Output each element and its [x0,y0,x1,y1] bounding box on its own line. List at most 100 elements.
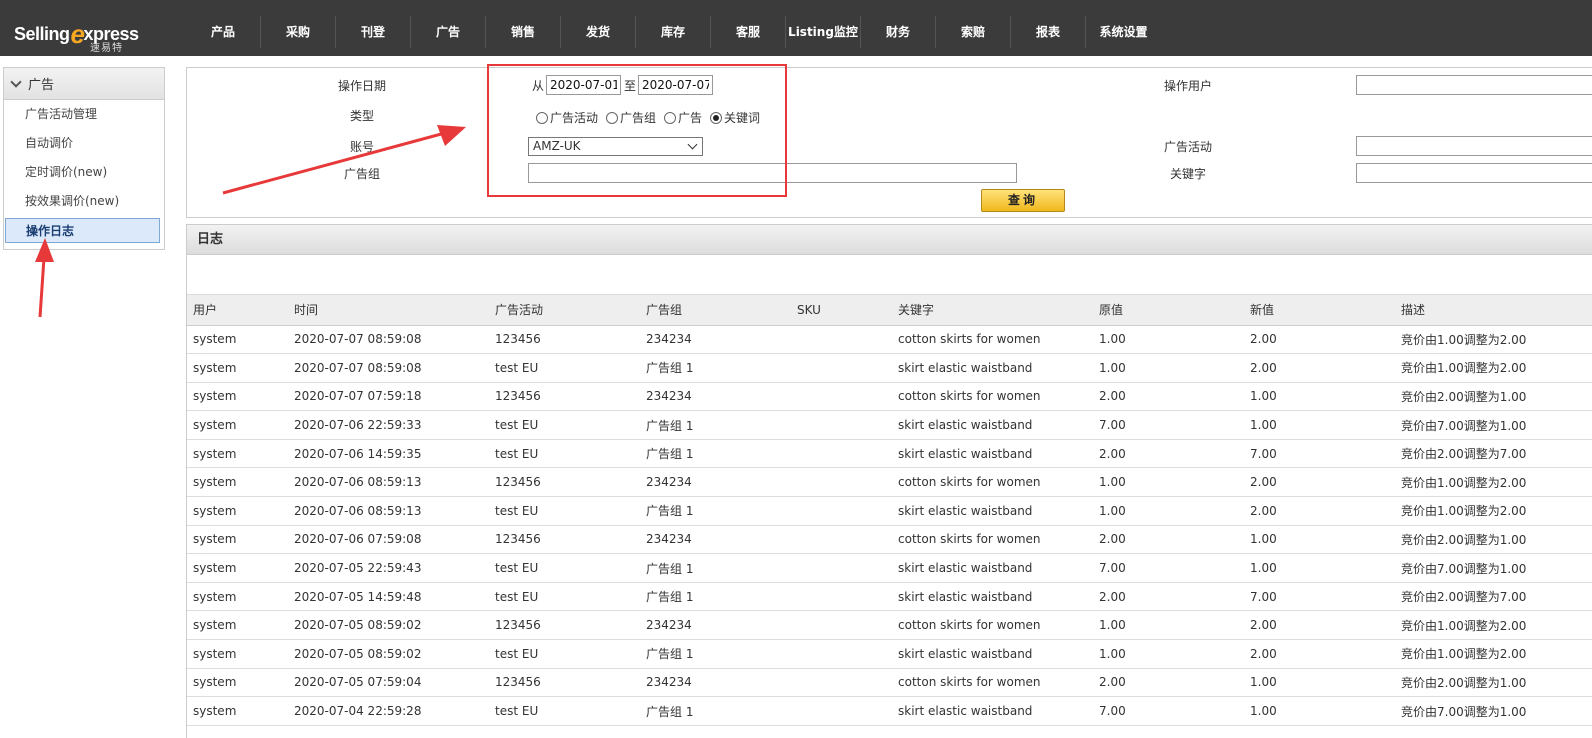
radio-circle[interactable] [606,111,619,124]
table-row[interactable]: system 2020-07-05 14:59:48 test EU 广告组 1 ski… [187,582,1592,612]
campaign-input[interactable] [1356,136,1592,156]
log-table: 用户 时间 广告活动 广告组 SKU 关键字 原值 新值 描述 system 2020-07-07… [187,295,1592,726]
table-row[interactable]: system 2020-07-07 08:59:08 test EU 广告组 1 ski… [187,353,1592,383]
date-to-label: 至 [624,79,637,93]
query-button[interactable]: 查询 [981,189,1065,212]
table-cell: system [187,496,288,526]
date-to-input[interactable] [638,75,713,95]
nav-item[interactable]: 产品 [186,16,261,48]
table-row[interactable]: system 2020-07-07 07:59:18 123456 234234 cot… [187,382,1592,412]
logo[interactable]: Sellingexpress 速易特 [14,8,154,54]
column-header[interactable]: 新值 [1244,295,1395,326]
campaign-label: 广告活动 [1164,140,1213,154]
table-cell: skirt elastic waistband [892,553,1093,583]
table-cell: skirt elastic waistband [892,439,1093,469]
table-cell: 2.00 [1244,610,1395,641]
table-row[interactable]: system 2020-07-06 08:59:13 test EU 广告组 1 ski… [187,496,1592,526]
sidebar-item[interactable]: 广告活动管理 [4,100,164,129]
table-row[interactable]: system 2020-07-06 07:59:08 123456 234234 cot… [187,525,1592,555]
account-select[interactable]: AMZ-UK [528,137,703,156]
table-cell: 234234 [640,610,791,641]
filter-panel: 操作日期 从 至 类型 广告活动广告组广告关键词 账号 AMZ-UK 广告组 操… [186,67,1592,218]
column-header[interactable]: 广告组 [640,295,791,326]
radio-circle[interactable] [710,111,723,124]
sidebar-item[interactable]: 操作日志 [5,218,160,243]
table-cell [791,525,892,555]
table-row[interactable]: system 2020-07-05 22:59:43 test EU 广告组 1 ski… [187,553,1592,583]
radio-circle[interactable] [536,111,548,124]
user-input[interactable] [1356,75,1592,95]
table-cell: system [187,439,288,469]
nav-item[interactable]: 报表 [1011,16,1086,48]
table-cell: 2020-07-06 08:59:13 [288,467,489,498]
table-cell: 2.00 [1244,325,1395,355]
table-row[interactable]: system 2020-07-05 07:59:04 123456 234234 cot… [187,668,1592,698]
table-row[interactable]: system 2020-07-05 08:59:02 test EU 广告组 1 ski… [187,639,1592,669]
logo-subtitle: 速易特 [90,43,123,54]
table-cell: 广告组 1 [640,639,791,669]
column-header[interactable]: 广告活动 [489,295,640,326]
radio-circle[interactable] [664,111,677,124]
table-cell [791,639,892,669]
nav-item[interactable]: 采购 [261,16,336,48]
nav-item[interactable]: 刊登 [336,16,411,48]
type-radio-option[interactable]: 广告 [664,109,702,126]
nav-item[interactable]: 系统设置 [1086,16,1161,48]
table-body: system 2020-07-07 08:59:08 123456 234234 cot… [187,325,1592,726]
type-radio-option[interactable]: 广告组 [606,109,656,126]
table-cell: 2020-07-07 07:59:18 [288,382,489,412]
table-cell: 1.00 [1093,496,1244,526]
column-header[interactable]: 描述 [1395,295,1592,326]
table-row[interactable]: system 2020-07-06 14:59:35 test EU 广告组 1 ski… [187,439,1592,469]
log-title: 日志 [187,225,1592,255]
table-row[interactable]: system 2020-07-06 08:59:13 123456 234234 cot… [187,467,1592,498]
table-cell: test EU [489,553,640,583]
nav-item[interactable]: 发货 [561,16,636,48]
nav-item[interactable]: 销售 [486,16,561,48]
date-from-input[interactable] [546,75,621,95]
nav-item[interactable]: 客服 [711,16,786,48]
nav-item[interactable]: 索赔 [936,16,1011,48]
keyword-input[interactable] [1356,163,1592,183]
table-cell [791,553,892,583]
table-cell: 123456 [489,525,640,555]
nav-item[interactable]: Listing监控 [786,16,861,48]
table-cell: 2020-07-05 07:59:04 [288,668,489,698]
table-cell: test EU [489,353,640,383]
table-cell: 1.00 [1244,553,1395,583]
radio-label: 关键词 [724,111,761,125]
table-cell: skirt elastic waistband [892,496,1093,526]
column-header[interactable]: 用户 [187,295,288,326]
sidebar-section-header[interactable]: 广告 [4,68,164,100]
table-cell: system [187,382,288,412]
nav-item[interactable]: 广告 [411,16,486,48]
table-cell: 2020-07-06 07:59:08 [288,525,489,555]
account-label: 账号 [350,140,375,154]
type-radio-option[interactable]: 关键词 [710,109,760,126]
table-cell: 竞价由7.00调整为1.00 [1395,696,1592,726]
table-cell [791,410,892,440]
table-row[interactable]: system 2020-07-06 22:59:33 test EU 广告组 1 ski… [187,410,1592,440]
table-cell: cotton skirts for women [892,610,1093,641]
nav-item[interactable]: 库存 [636,16,711,48]
column-header[interactable]: SKU [791,295,892,326]
adgroup-input[interactable] [528,163,1017,183]
table-cell: 7.00 [1093,410,1244,440]
nav-item[interactable]: 财务 [861,16,936,48]
table-cell: test EU [489,410,640,440]
sidebar-item[interactable]: 自动调价 [4,129,164,158]
table-cell: 7.00 [1093,553,1244,583]
table-row[interactable]: system 2020-07-07 08:59:08 123456 234234 cot… [187,325,1592,355]
table-cell: 2020-07-06 14:59:35 [288,439,489,469]
table-row[interactable]: system 2020-07-05 08:59:02 123456 234234 cot… [187,610,1592,641]
annotation-arrow-line-up [38,257,46,318]
type-radio-group: 广告活动 广告组 广告 关键词 [536,109,768,126]
sidebar-item[interactable]: 定时调价(new) [4,158,164,187]
sidebar-item[interactable]: 按效果调价(new) [4,187,164,216]
column-header[interactable]: 时间 [288,295,489,326]
table-row[interactable]: system 2020-07-04 22:59:28 test EU 广告组 1 ski… [187,696,1592,726]
type-radio-option[interactable]: 广告活动 [536,109,598,126]
table-cell: 1.00 [1093,353,1244,383]
column-header[interactable]: 关键字 [892,295,1093,326]
column-header[interactable]: 原值 [1093,295,1244,326]
